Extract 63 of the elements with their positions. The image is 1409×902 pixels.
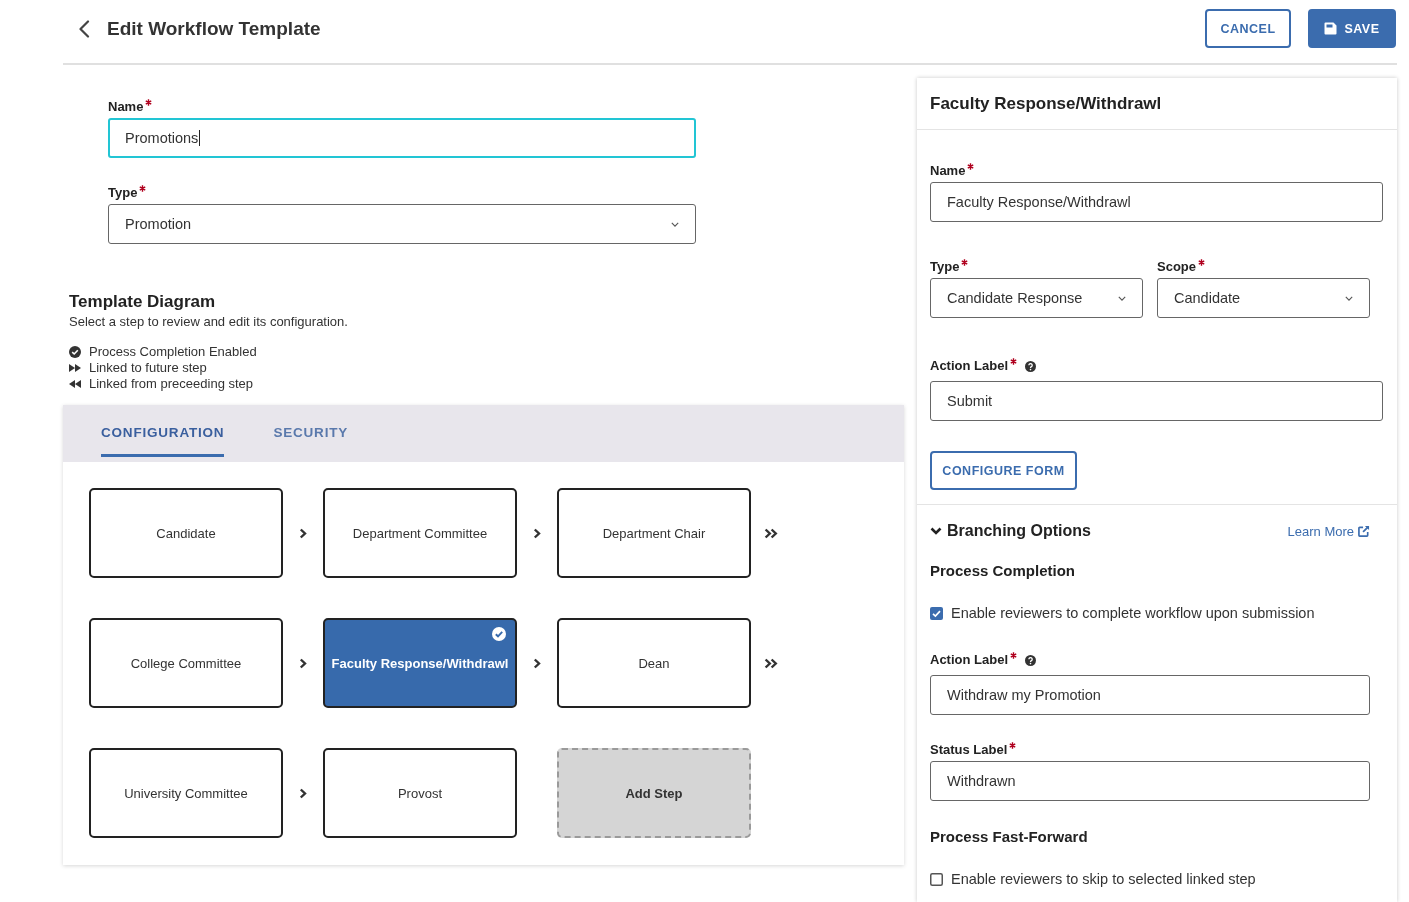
text-input[interactable]: Faculty Response/Withdrawl <box>930 182 1383 222</box>
cancel-button[interactable]: CANCEL <box>1205 9 1291 48</box>
text-input[interactable]: Submit <box>930 381 1383 421</box>
help-icon[interactable] <box>1025 361 1036 372</box>
rewind-icon <box>69 380 81 388</box>
step-card[interactable]: University Committee <box>89 748 283 838</box>
check-circle-icon <box>69 346 81 358</box>
step-card[interactable]: Faculty Response/Withdrawl <box>323 618 517 708</box>
checkbox[interactable] <box>930 872 943 886</box>
step-card[interactable]: Candidate <box>89 488 283 578</box>
page-title: Edit Workflow Template <box>107 16 321 41</box>
section-description: Select a step to review and edit its configuration. <box>69 314 349 330</box>
subsection-heading: Process Fast-Forward <box>930 827 1089 847</box>
dropdown-select[interactable]: Candidate Response <box>930 278 1143 318</box>
tab[interactable]: CONFIGURATION <box>101 405 225 457</box>
back-icon[interactable] <box>78 19 90 38</box>
chevron-right-icon <box>533 657 541 669</box>
save-button[interactable]: SAVE <box>1308 9 1396 48</box>
field-label: Type <box>930 259 960 275</box>
text-input[interactable]: Promotions <box>108 118 696 158</box>
text-input[interactable]: Withdraw my Promotion <box>930 675 1370 715</box>
external-link-icon <box>1358 525 1370 537</box>
tab[interactable]: SECURITY <box>273 405 349 457</box>
field-label: Action Label <box>930 652 1008 668</box>
panel-title: Faculty Response/Withdrawl <box>930 93 1162 114</box>
step-card[interactable]: College Committee <box>89 618 283 708</box>
chevron-right-icon <box>299 787 307 799</box>
checkbox[interactable] <box>930 606 943 620</box>
checkbox-label: Enable reviewers to complete workflow upon submission <box>951 605 1315 621</box>
dropdown-select[interactable]: Candidate <box>1157 278 1370 318</box>
chevron-down-icon <box>1118 295 1126 301</box>
field-label: Name <box>930 163 966 179</box>
subsection-heading: Process Completion <box>930 561 1077 581</box>
chevron-right-icon <box>533 527 541 539</box>
step-card[interactable]: Dean <box>557 618 751 708</box>
field-label: Status Label <box>930 742 1008 758</box>
field-label: Type <box>108 185 138 201</box>
chevron-right-icon <box>299 657 307 669</box>
legend-text: Linked from preceeding step <box>89 376 254 392</box>
section-heading: Template Diagram <box>69 292 217 312</box>
step-card[interactable]: Provost <box>323 748 517 838</box>
field-label: Name <box>108 99 144 115</box>
text-input[interactable]: Withdrawn <box>930 761 1370 801</box>
double-chevron-right-icon <box>764 657 778 669</box>
legend-text: Process Completion Enabled <box>89 344 257 360</box>
checkbox-label: Enable reviewers to skip to selected linked step <box>951 871 1256 887</box>
step-card[interactable]: Department Chair <box>557 488 751 578</box>
learn-more-link[interactable]: Learn More <box>1287 523 1370 539</box>
step-card[interactable]: Department Committee <box>323 488 517 578</box>
fast-forward-icon <box>69 364 81 372</box>
configure-form-button[interactable]: CONFIGURE FORM <box>930 451 1077 490</box>
chevron-down-icon <box>1345 295 1353 301</box>
chevron-down-icon <box>671 221 679 227</box>
legend-text: Linked to future step <box>89 360 207 376</box>
double-chevron-right-icon <box>764 527 778 539</box>
field-label: Action Label <box>930 358 1008 374</box>
chevron-right-icon <box>299 527 307 539</box>
dropdown-select[interactable]: Promotion <box>108 204 696 244</box>
chevron-down-icon[interactable] <box>930 527 942 535</box>
field-label: Scope <box>1157 259 1196 275</box>
section-heading: Branching Options <box>947 522 1091 540</box>
help-icon[interactable] <box>1025 655 1036 666</box>
add-step-button[interactable]: Add Step <box>557 748 751 838</box>
